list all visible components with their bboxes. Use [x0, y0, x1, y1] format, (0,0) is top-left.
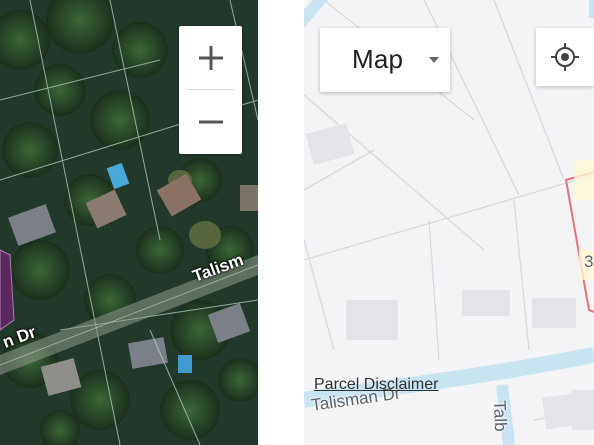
zoom-controls — [179, 26, 242, 154]
street-label-talb: Talb — [490, 400, 511, 432]
locate-me-button[interactable] — [536, 28, 594, 86]
crosshair-icon — [551, 43, 579, 71]
satellite-map-pane[interactable]: Talism n Dr — [0, 0, 258, 445]
pane-separator — [258, 0, 304, 445]
minus-icon — [198, 120, 223, 123]
parcel-disclaimer-link[interactable]: Parcel Disclaimer — [314, 376, 438, 394]
street-map-pane[interactable]: Talisman Dr Talb 3 Parcel Disclaimer Map — [304, 0, 594, 445]
plus-icon — [198, 45, 223, 70]
caret-down-icon — [429, 57, 439, 63]
zoom-in-button[interactable] — [179, 26, 242, 89]
lot-number-label: 3 — [584, 252, 594, 271]
zoom-out-button[interactable] — [179, 90, 242, 153]
map-type-dropdown[interactable]: Map — [320, 28, 450, 92]
map-type-label: Map — [352, 44, 404, 74]
